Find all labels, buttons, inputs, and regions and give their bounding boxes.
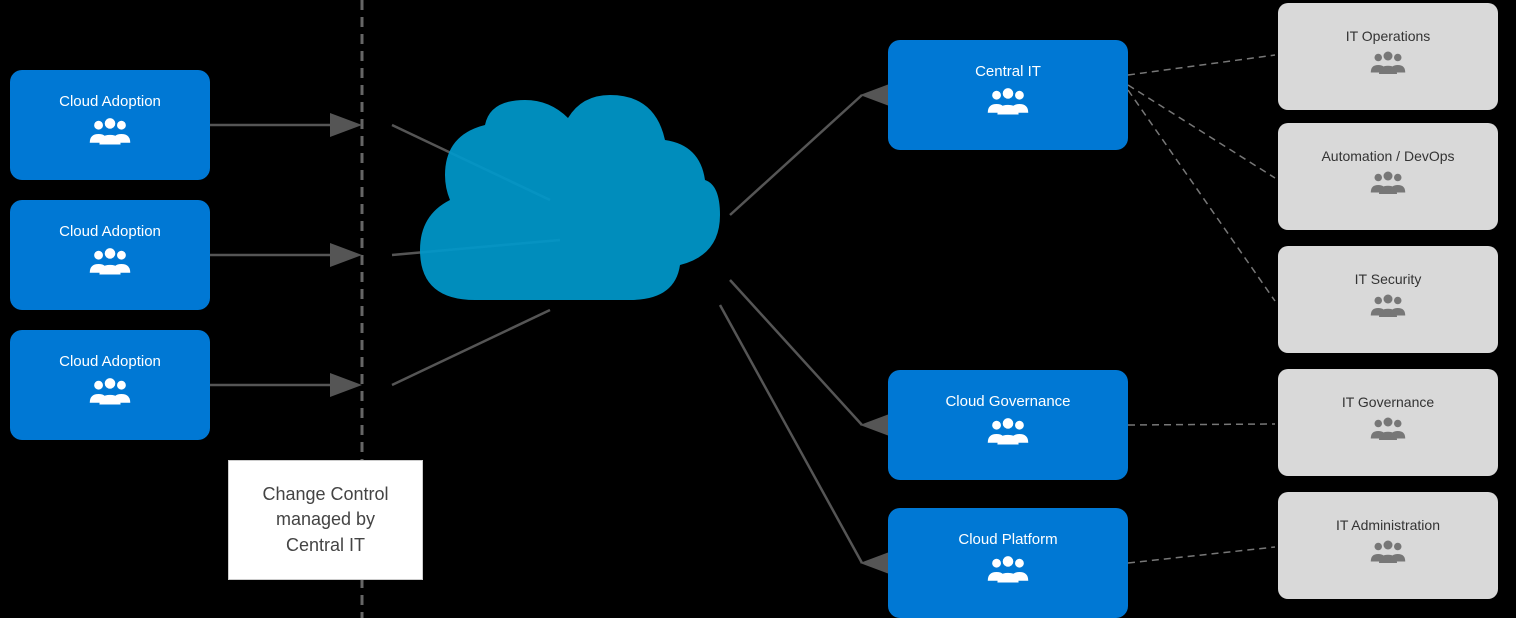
change-control-text: Change Controlmanaged byCentral IT [262, 482, 388, 558]
diagram: Cloud Adoption Cloud Adoption [0, 0, 1516, 618]
automation-devops-box: Automation / DevOps [1278, 123, 1498, 230]
people-icon-1 [88, 116, 132, 157]
automation-devops-label: Automation / DevOps [1321, 148, 1454, 164]
it-security-label: IT Security [1355, 271, 1422, 287]
cloud-adoption-2-label: Cloud Adoption [59, 223, 161, 240]
people-icon-3 [88, 376, 132, 417]
it-governance-box: IT Governance [1278, 369, 1498, 476]
cloud-adoption-box-2: Cloud Adoption [10, 200, 210, 310]
cloud-adoption-box-3: Cloud Adoption [10, 330, 210, 440]
people-icon-administration [1369, 539, 1407, 574]
people-icon-automation [1369, 170, 1407, 205]
cloud-platform-box: Cloud Platform [888, 508, 1128, 618]
cloud-adoption-3-label: Cloud Adoption [59, 353, 161, 370]
people-icon-2 [88, 246, 132, 287]
central-it-box: Central IT [888, 40, 1128, 150]
people-icon-platform [986, 554, 1030, 595]
cloud-platform-label: Cloud Platform [958, 531, 1057, 548]
cloud-governance-label: Cloud Governance [945, 393, 1070, 410]
people-icon-governance [986, 416, 1030, 457]
it-operations-box: IT Operations [1278, 3, 1498, 110]
people-icon-it-governance [1369, 416, 1407, 451]
cloud-governance-box: Cloud Governance [888, 370, 1128, 480]
cloud-adoption-1-label: Cloud Adoption [59, 93, 161, 110]
it-administration-box: IT Administration [1278, 492, 1498, 599]
it-administration-label: IT Administration [1336, 517, 1440, 533]
change-control-text-box: Change Controlmanaged byCentral IT [228, 460, 423, 580]
it-operations-label: IT Operations [1346, 28, 1431, 44]
cloud-shape [390, 80, 730, 355]
cloud-adoption-box-1: Cloud Adoption [10, 70, 210, 180]
central-it-label: Central IT [975, 63, 1041, 80]
it-governance-label: IT Governance [1342, 394, 1434, 410]
people-icon-it-operations [1369, 50, 1407, 85]
people-icon-security [1369, 293, 1407, 328]
people-icon-central-it [986, 86, 1030, 127]
it-security-box: IT Security [1278, 246, 1498, 353]
